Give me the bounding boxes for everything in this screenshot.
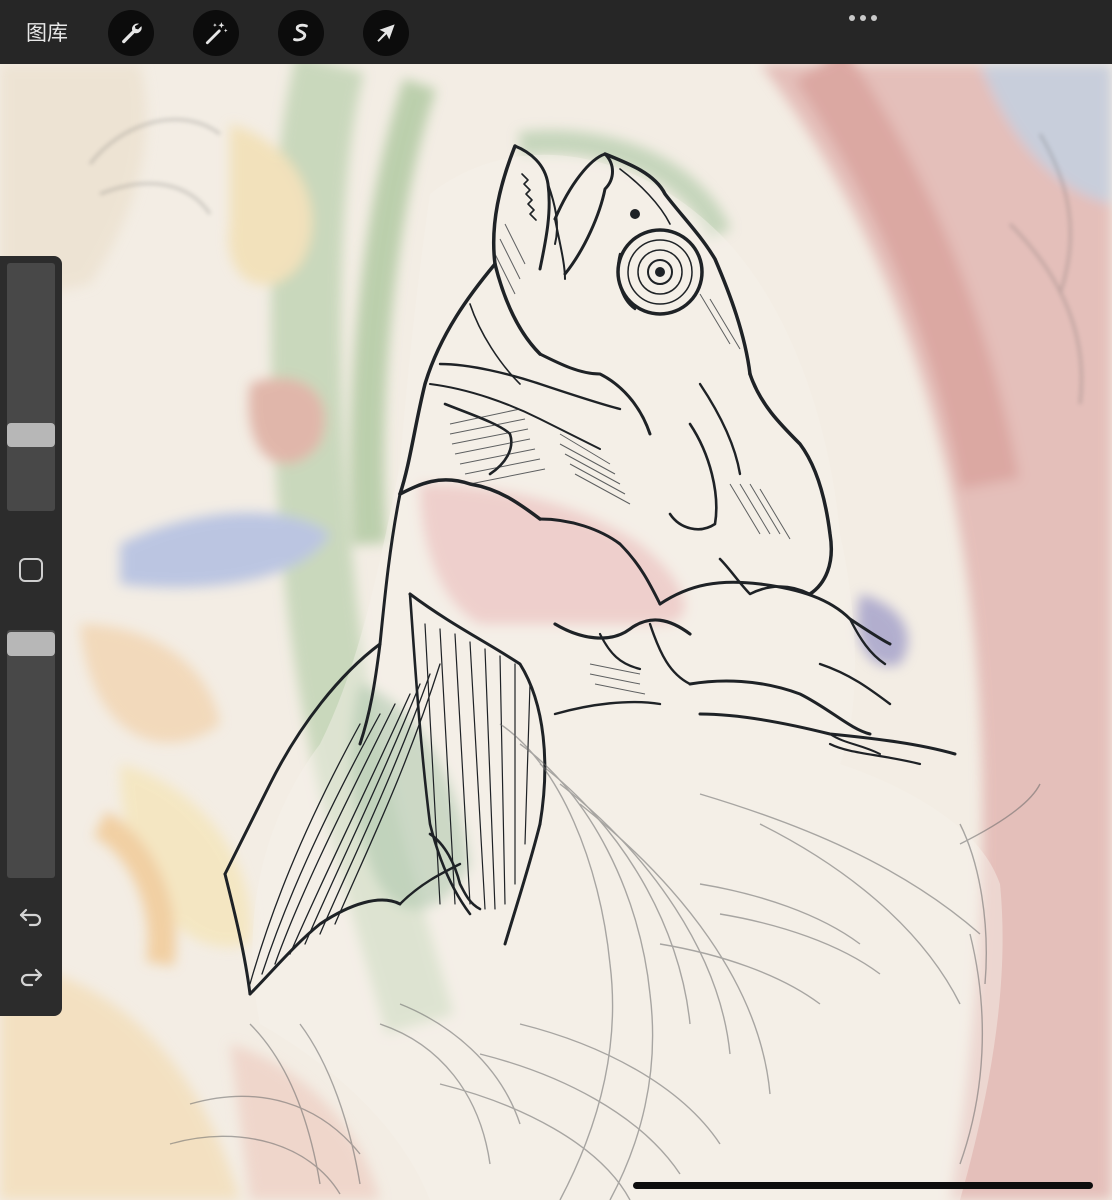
fish-skull-sketch-icon [0,64,1112,1200]
more-options-button[interactable] [840,6,886,30]
opacity-slider-thumb[interactable] [7,632,55,656]
procreate-app: 图库 [0,0,1112,1200]
home-indicator[interactable] [633,1182,1093,1189]
left-sidebar [0,256,62,1016]
redo-button[interactable] [16,962,46,992]
undo-button[interactable] [16,902,46,932]
opacity-slider[interactable] [7,630,55,878]
gallery-button[interactable]: 图库 [26,16,68,50]
undo-icon [19,908,42,927]
arrow-cursor-icon [377,24,395,42]
selection-s-icon [293,23,308,42]
adjustments-button[interactable] [193,10,239,56]
magic-wand-icon [205,22,228,45]
wrench-icon [122,23,142,44]
ellipsis-icon [849,15,855,21]
top-toolbar: 图库 [0,0,1112,64]
drawing-canvas[interactable] [0,64,1112,1200]
modify-button[interactable] [17,556,45,584]
selection-button[interactable] [278,10,324,56]
brush-size-slider-thumb[interactable] [7,423,55,447]
actions-button[interactable] [108,10,154,56]
square-icon [19,558,43,582]
brush-size-slider[interactable] [7,263,55,511]
transform-button[interactable] [363,10,409,56]
redo-icon [20,968,43,987]
